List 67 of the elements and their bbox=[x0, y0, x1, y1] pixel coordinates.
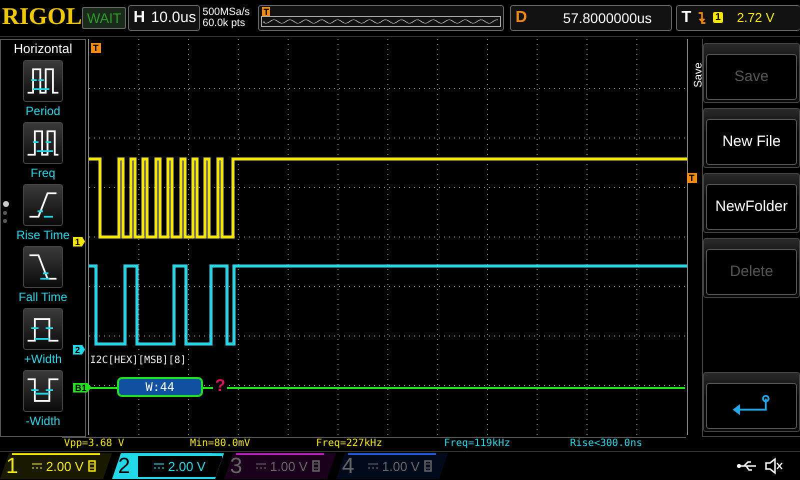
delay-box[interactable]: D 57.8000000us bbox=[510, 4, 672, 31]
channel-marker[interactable]: T bbox=[91, 42, 100, 53]
brand-logo: RIGOL bbox=[2, 4, 80, 32]
panel-title: Horizontal bbox=[14, 40, 72, 56]
channel-scale: 1.00 V bbox=[382, 458, 420, 474]
dc-coupling-icon bbox=[32, 463, 42, 470]
channel-number: 2 bbox=[118, 453, 132, 480]
timebase-box[interactable]: H 10.0us bbox=[128, 4, 200, 31]
return-button[interactable] bbox=[706, 382, 797, 429]
page-dot[interactable] bbox=[3, 218, 7, 223]
bandwidth-icon bbox=[312, 460, 320, 472]
measure-label: Rise Time bbox=[16, 228, 70, 242]
bandwidth-icon bbox=[88, 460, 96, 472]
channel-tab[interactable]: 1 2.00 V bbox=[0, 453, 112, 480]
channel-marker[interactable]: 2 bbox=[73, 344, 86, 355]
timebase-value: 10.0us bbox=[151, 9, 196, 26]
measure-button[interactable] bbox=[23, 246, 63, 288]
channel-number: 1 bbox=[6, 453, 20, 480]
channel-tab[interactable]: 2 2.00 V bbox=[112, 453, 224, 480]
decode-frame: W:44 bbox=[117, 376, 203, 397]
measure-button[interactable] bbox=[23, 184, 63, 226]
channel-marker[interactable]: 1 bbox=[73, 236, 86, 247]
menu-button[interactable]: New File bbox=[706, 118, 797, 165]
channel-marker[interactable]: B1 bbox=[73, 382, 92, 393]
trigger-position-marker: T bbox=[262, 6, 270, 17]
trigger-label: T bbox=[681, 8, 692, 27]
measurement-reading: Freq=119kHz bbox=[444, 438, 510, 449]
trigger-box[interactable]: T 1 2.72 V bbox=[676, 4, 800, 31]
channel-number: 3 bbox=[230, 453, 244, 480]
falling-edge-icon bbox=[697, 10, 708, 25]
measure-label: Freq bbox=[30, 166, 56, 180]
measure-button[interactable] bbox=[23, 308, 63, 350]
trigger-level: 2.72 V bbox=[736, 10, 774, 26]
channel-scale: 2.00 V bbox=[46, 458, 84, 474]
page-dot[interactable] bbox=[3, 210, 7, 215]
sample-rate: 500MSa/s bbox=[202, 6, 251, 18]
measurement-reading: Vpp=3.68 V bbox=[64, 438, 124, 449]
usb-icon bbox=[736, 460, 758, 472]
trigger-source: 1 bbox=[713, 12, 723, 24]
measure-button[interactable] bbox=[23, 122, 63, 164]
menu-button[interactable]: NewFolder bbox=[706, 184, 797, 230]
measure-button[interactable] bbox=[23, 370, 63, 412]
timebase-label: H bbox=[133, 8, 146, 27]
channel-scale: 1.00 V bbox=[270, 458, 308, 474]
measurement-reading: Rise<300.0ns bbox=[570, 438, 642, 449]
measurement-reading: Freq=227kHz bbox=[316, 438, 382, 449]
channel-scale: 2.00 V bbox=[168, 458, 206, 474]
bandwidth-icon bbox=[424, 460, 432, 472]
dc-coupling-icon bbox=[154, 463, 164, 470]
delay-value: 57.8000000us bbox=[563, 10, 652, 26]
measure-label: +Width bbox=[24, 352, 62, 366]
speaker-muted-icon bbox=[764, 457, 784, 476]
dc-coupling-icon bbox=[368, 463, 378, 470]
dc-coupling-icon bbox=[256, 463, 266, 470]
measure-button[interactable] bbox=[23, 60, 63, 102]
measure-label: Fall Time bbox=[18, 290, 68, 304]
decode-label: I2C[HEX][MSB][8] bbox=[90, 354, 186, 366]
run-status: WAIT bbox=[82, 6, 126, 29]
measurement-reading: Min=80.0mV bbox=[190, 438, 250, 449]
channel-number: 4 bbox=[342, 453, 356, 480]
page-dot[interactable] bbox=[3, 200, 9, 207]
delay-label: D bbox=[515, 8, 528, 27]
channel-marker[interactable]: T bbox=[687, 172, 696, 183]
measure-label: Period bbox=[26, 104, 60, 118]
memory-depth: 60.0k pts bbox=[202, 18, 246, 29]
measure-label: -Width bbox=[26, 414, 60, 428]
menu-title: Save bbox=[692, 62, 705, 88]
